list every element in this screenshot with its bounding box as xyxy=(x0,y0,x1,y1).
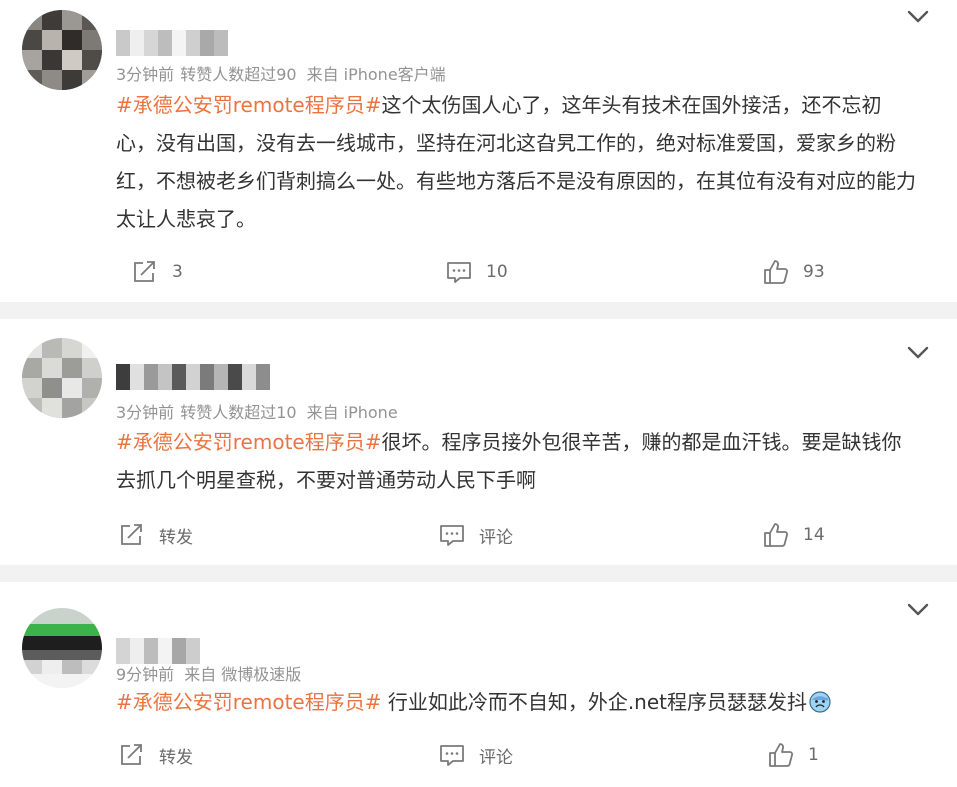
comment-button[interactable]: 10 xyxy=(446,257,508,287)
comment-time: 3分钟前 xyxy=(116,65,175,84)
comment-body: 行业如此冷而不自知，外企.net程序员瑟瑟发抖 xyxy=(381,690,808,714)
comment-icon xyxy=(440,525,464,546)
thumbs-up-icon xyxy=(764,260,789,284)
card-separator xyxy=(0,302,957,319)
comment-icon xyxy=(440,745,464,766)
comment-label: 评论 xyxy=(479,747,513,768)
comment-card: 3分钟前 转赞人数超过90 来自 iPhone客户端 #承德公安罚remote程… xyxy=(0,0,957,302)
comment-button[interactable]: 评论 xyxy=(439,520,513,550)
like-count: 14 xyxy=(803,525,825,545)
comment-feed: 3分钟前 转赞人数超过90 来自 iPhone客户端 #承德公安罚remote程… xyxy=(0,0,957,787)
repost-count: 3 xyxy=(172,262,183,282)
thumbs-up-icon xyxy=(769,743,794,767)
username-blurred[interactable] xyxy=(116,30,228,56)
repost-icon xyxy=(134,261,155,282)
cold-sweat-emoji-icon xyxy=(809,691,831,713)
topic-hashtag[interactable]: #承德公安罚remote程序员# xyxy=(116,690,381,714)
comment-source: 来自 iPhone xyxy=(306,403,398,422)
repost-label: 转发 xyxy=(159,527,193,548)
action-bar: 转发 评论 14 xyxy=(0,520,957,550)
repost-button[interactable]: 转发 xyxy=(119,740,193,770)
chevron-down-icon[interactable] xyxy=(907,10,929,24)
avatar[interactable] xyxy=(22,338,102,418)
comment-meta: 9分钟前 来自 微博极速版 xyxy=(116,661,301,685)
comment-time: 3分钟前 xyxy=(116,403,175,422)
like-button[interactable]: 93 xyxy=(763,257,825,287)
like-count: 93 xyxy=(803,262,825,282)
repost-icon xyxy=(121,744,142,765)
repost-button[interactable]: 3 xyxy=(132,257,183,287)
avatar[interactable] xyxy=(22,608,102,688)
repost-button[interactable]: 转发 xyxy=(119,520,193,550)
comment-text: #承德公安罚remote程序员# 行业如此冷而不自知，外企.net程序员瑟瑟发抖 xyxy=(116,683,916,721)
comment-time: 9分钟前 xyxy=(116,665,175,684)
comment-meta: 3分钟前 转赞人数超过10 来自 iPhone xyxy=(116,399,398,423)
comment-text: #承德公安罚remote程序员#很坏。程序员接外包很辛苦，赚的都是血汗钱。要是缺… xyxy=(116,423,916,499)
comment-button[interactable]: 评论 xyxy=(439,740,513,770)
comment-card: 3分钟前 转赞人数超过10 来自 iPhone #承德公安罚remote程序员#… xyxy=(0,319,957,565)
repost-icon xyxy=(121,524,142,545)
like-count: 1 xyxy=(808,745,819,765)
comment-count: 10 xyxy=(486,262,508,282)
avatar[interactable] xyxy=(22,10,102,90)
comment-icon xyxy=(447,262,471,283)
chevron-down-icon[interactable] xyxy=(907,346,929,360)
comment-text: #承德公安罚remote程序员#这个太伤国人心了，这年头有技术在国外接活，还不忘… xyxy=(116,86,916,238)
comment-source: 来自 iPhone客户端 xyxy=(306,65,446,84)
like-button[interactable]: 1 xyxy=(768,740,819,770)
comment-card: 9分钟前 来自 微博极速版 #承德公安罚remote程序员# 行业如此冷而不自知… xyxy=(0,582,957,787)
card-separator xyxy=(0,565,957,582)
topic-hashtag[interactable]: #承德公安罚remote程序员# xyxy=(116,430,381,454)
action-bar: 转发 评论 1 xyxy=(0,740,957,770)
action-bar: 3 10 93 xyxy=(0,257,957,287)
comment-label: 评论 xyxy=(479,527,513,548)
thumbs-up-icon xyxy=(764,523,789,547)
repost-label: 转发 xyxy=(159,747,193,768)
comment-meta: 3分钟前 转赞人数超过90 来自 iPhone客户端 xyxy=(116,61,446,85)
like-button[interactable]: 14 xyxy=(763,520,825,550)
topic-hashtag[interactable]: #承德公安罚remote程序员# xyxy=(116,93,381,117)
username-blurred[interactable] xyxy=(116,364,270,390)
comment-source: 来自 微博极速版 xyxy=(184,665,302,684)
reposts-note: 转赞人数超过90 xyxy=(180,65,297,84)
reposts-note: 转赞人数超过10 xyxy=(180,403,297,422)
chevron-down-icon[interactable] xyxy=(907,603,929,617)
